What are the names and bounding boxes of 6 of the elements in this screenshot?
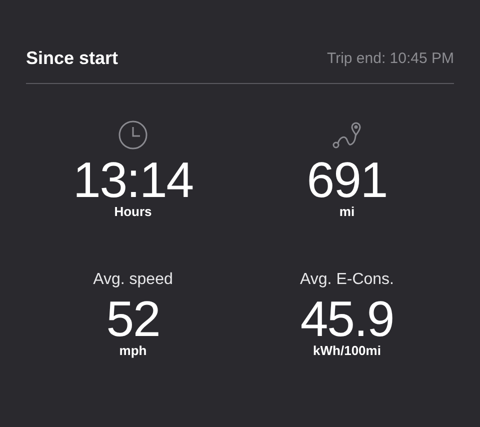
section-title: Since start bbox=[26, 48, 118, 69]
trip-end-time: Trip end: 10:45 PM bbox=[326, 50, 454, 67]
stat-label: Avg. E-Cons. bbox=[300, 271, 394, 289]
clock-icon bbox=[118, 120, 148, 150]
stat-label: Avg. speed bbox=[93, 271, 173, 289]
route-icon bbox=[332, 122, 362, 150]
